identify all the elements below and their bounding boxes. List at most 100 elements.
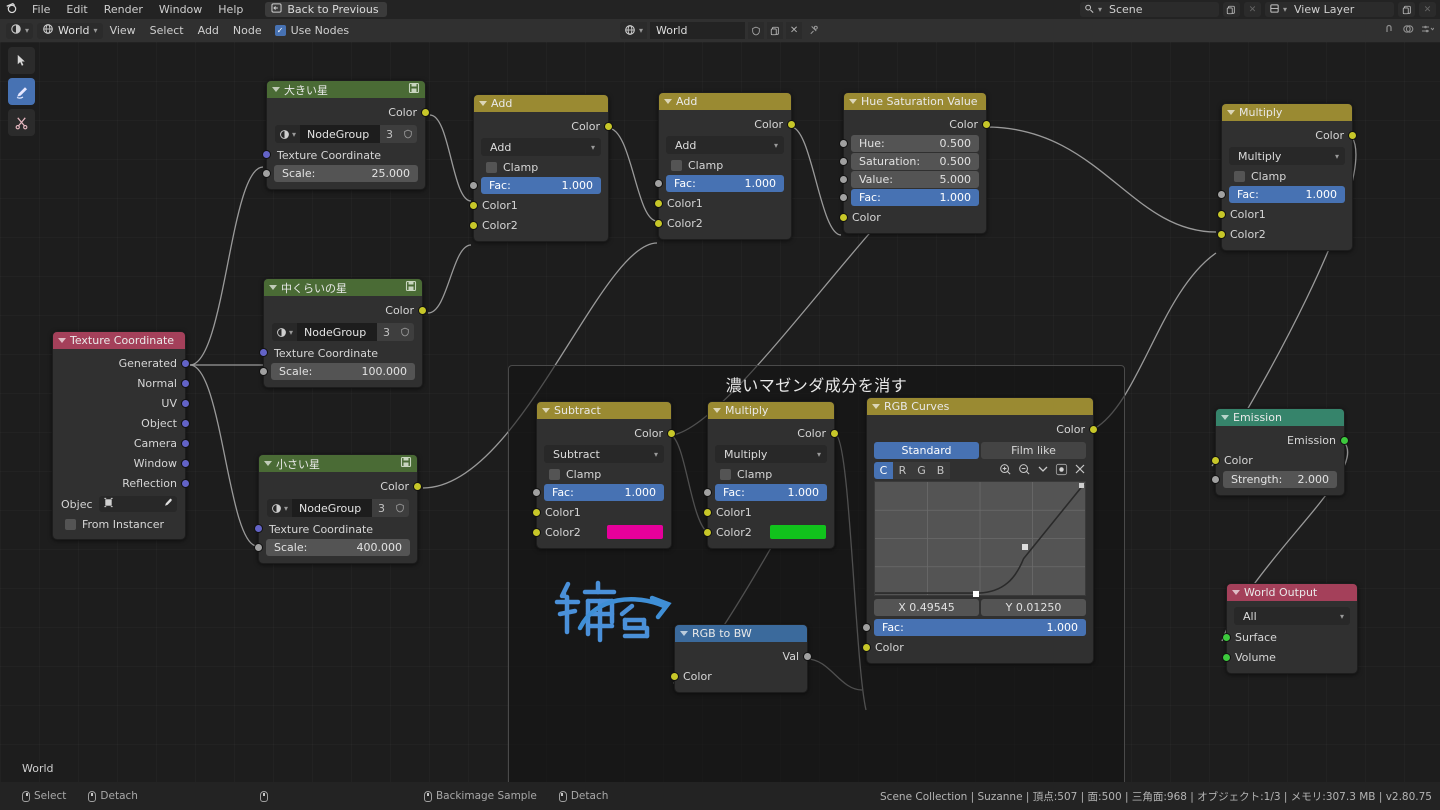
socket-volume[interactable] <box>1222 653 1231 662</box>
output-color[interactable]: Color <box>474 116 613 136</box>
node-header[interactable]: Emission <box>1216 409 1344 426</box>
new-world-button[interactable] <box>767 22 784 39</box>
fac-value[interactable]: 1.000 <box>745 177 777 190</box>
scale-value[interactable]: 400.000 <box>357 541 403 554</box>
color2-swatch[interactable] <box>770 525 826 539</box>
socket-color-out[interactable] <box>421 108 430 117</box>
clamp-checkbox[interactable] <box>1234 170 1245 182</box>
node-header[interactable]: 小さい星 <box>259 455 417 472</box>
menu-add[interactable]: Add <box>191 24 226 37</box>
node-header[interactable]: 大きい星 <box>267 81 425 98</box>
scene-selector[interactable]: ▾ Scene <box>1079 2 1219 17</box>
strength-value[interactable]: 2.000 <box>1298 473 1330 486</box>
menu-render[interactable]: Render <box>96 0 151 19</box>
shader-type-selector[interactable]: World ▾ <box>37 22 103 39</box>
socket-color-out[interactable] <box>1089 425 1098 434</box>
socket-color1[interactable] <box>469 201 478 210</box>
channel-tab-g[interactable]: G <box>912 462 931 479</box>
socket-color1[interactable] <box>703 508 712 517</box>
socket-value[interactable] <box>839 175 848 184</box>
input-fac[interactable]: Fac: 1.000 <box>862 619 1086 636</box>
clamp-checkbox[interactable] <box>549 468 560 480</box>
output-color[interactable]: Color <box>267 102 430 122</box>
fac-value[interactable]: 1.000 <box>625 486 657 499</box>
world-name-field[interactable]: World <box>650 22 746 39</box>
socket-uv[interactable] <box>181 399 190 408</box>
node-header[interactable]: Texture Coordinate <box>53 332 185 349</box>
clipping-options-icon[interactable] <box>1055 463 1068 479</box>
output-color[interactable]: Color <box>844 114 991 134</box>
clamp-checkbox[interactable] <box>671 159 682 171</box>
input-color1[interactable]: Color1 <box>469 195 608 215</box>
nodegroup-user-count[interactable]: 3 <box>377 323 396 341</box>
input-color2[interactable]: Color2 <box>703 522 834 542</box>
input-volume[interactable]: Volume <box>1222 647 1357 667</box>
node-group-small-star[interactable]: 小さい星 Color ▾ NodeGroup 3 Texture Coordin… <box>254 454 422 564</box>
input-color2[interactable]: Color2 <box>532 522 671 542</box>
zoom-out-icon[interactable] <box>1018 463 1031 479</box>
unlink-scene-button[interactable]: ✕ <box>1243 2 1261 17</box>
output-uv[interactable]: UV <box>53 393 190 413</box>
output-val[interactable]: Val <box>675 646 812 666</box>
curve-point-mid[interactable] <box>1022 544 1028 551</box>
input-hue[interactable]: Hue: 0.500 <box>839 135 979 152</box>
blender-logo-icon[interactable] <box>0 1 24 18</box>
socket-emission-out[interactable] <box>1340 436 1349 445</box>
input-color1[interactable]: Color1 <box>654 193 791 213</box>
curve-point-y[interactable]: Y 0.01250 <box>981 599 1086 616</box>
input-surface[interactable]: Surface <box>1222 627 1357 647</box>
input-fac[interactable]: Fac: 1.000 <box>839 189 979 206</box>
socket-saturation[interactable] <box>839 157 848 166</box>
new-scene-button[interactable] <box>1222 2 1240 17</box>
output-color[interactable]: Color <box>867 419 1098 439</box>
pin-world-icon[interactable] <box>805 22 821 39</box>
remove-viewlayer-button[interactable]: ✕ <box>1419 2 1436 17</box>
input-color1[interactable]: Color1 <box>703 502 834 522</box>
socket-texture-coordinate[interactable] <box>262 150 271 159</box>
clamp-toggle[interactable]: Clamp <box>1222 167 1352 185</box>
group-edit-icon[interactable] <box>405 280 417 295</box>
menu-edit[interactable]: Edit <box>58 0 95 19</box>
socket-fac[interactable] <box>703 488 712 497</box>
tool-annotate[interactable] <box>8 78 35 105</box>
viewlayer-selector[interactable]: ▾ View Layer <box>1264 2 1394 17</box>
curve-point-high[interactable] <box>1079 483 1084 488</box>
preset-filmlike-button[interactable]: Film like <box>981 442 1086 459</box>
menu-view[interactable]: View <box>103 24 143 37</box>
fac-value[interactable]: 1.000 <box>788 486 820 499</box>
socket-fac[interactable] <box>1217 190 1226 199</box>
editor-type-selector[interactable]: ▾ <box>6 22 34 39</box>
input-color2[interactable]: Color2 <box>1217 224 1352 244</box>
blend-mode-dropdown[interactable]: Add ▾ <box>666 136 784 154</box>
socket-color1[interactable] <box>654 199 663 208</box>
collapse-triangle-icon[interactable] <box>479 101 487 106</box>
output-color[interactable]: Color <box>708 423 839 443</box>
socket-color-out[interactable] <box>787 120 796 129</box>
node-mix-multiply-right[interactable]: Multiply Color Multiply ▾ Clamp Fac: 1.0… <box>1217 103 1357 251</box>
socket-color-out[interactable] <box>830 429 839 438</box>
socket-fac[interactable] <box>532 488 541 497</box>
nodegroup-user-count[interactable]: 3 <box>372 499 391 517</box>
channel-tab-r[interactable]: R <box>893 462 912 479</box>
from-instancer-toggle[interactable]: From Instancer <box>53 515 185 533</box>
nodegroup-browse-icon[interactable]: ▾ <box>272 323 298 341</box>
input-scale[interactable]: Scale: 100.000 <box>259 363 415 380</box>
socket-fac[interactable] <box>654 179 663 188</box>
hue-value[interactable]: 0.500 <box>940 137 972 150</box>
unlink-world-button[interactable]: ✕ <box>786 22 803 39</box>
socket-fac[interactable] <box>839 193 848 202</box>
output-object[interactable]: Object <box>53 413 190 433</box>
collapse-triangle-icon[interactable] <box>272 87 280 92</box>
nodegroup-selector[interactable]: ▾ NodeGroup 3 <box>272 323 414 341</box>
input-scale[interactable]: Scale: 25.000 <box>262 165 418 182</box>
node-mix-subtract[interactable]: Subtract Color Subtract ▾ Clamp Fac: 1.0… <box>532 401 676 549</box>
input-fac[interactable]: Fac: 1.000 <box>469 177 601 194</box>
input-color2[interactable]: Color2 <box>469 215 608 235</box>
fac-value[interactable]: 1.000 <box>562 179 594 192</box>
output-color[interactable]: Color <box>1222 125 1357 145</box>
tool-tweak[interactable] <box>8 47 35 74</box>
socket-scale[interactable] <box>262 169 271 178</box>
output-color[interactable]: Color <box>264 300 427 320</box>
group-edit-icon[interactable] <box>408 82 420 97</box>
menu-file[interactable]: File <box>24 0 58 19</box>
